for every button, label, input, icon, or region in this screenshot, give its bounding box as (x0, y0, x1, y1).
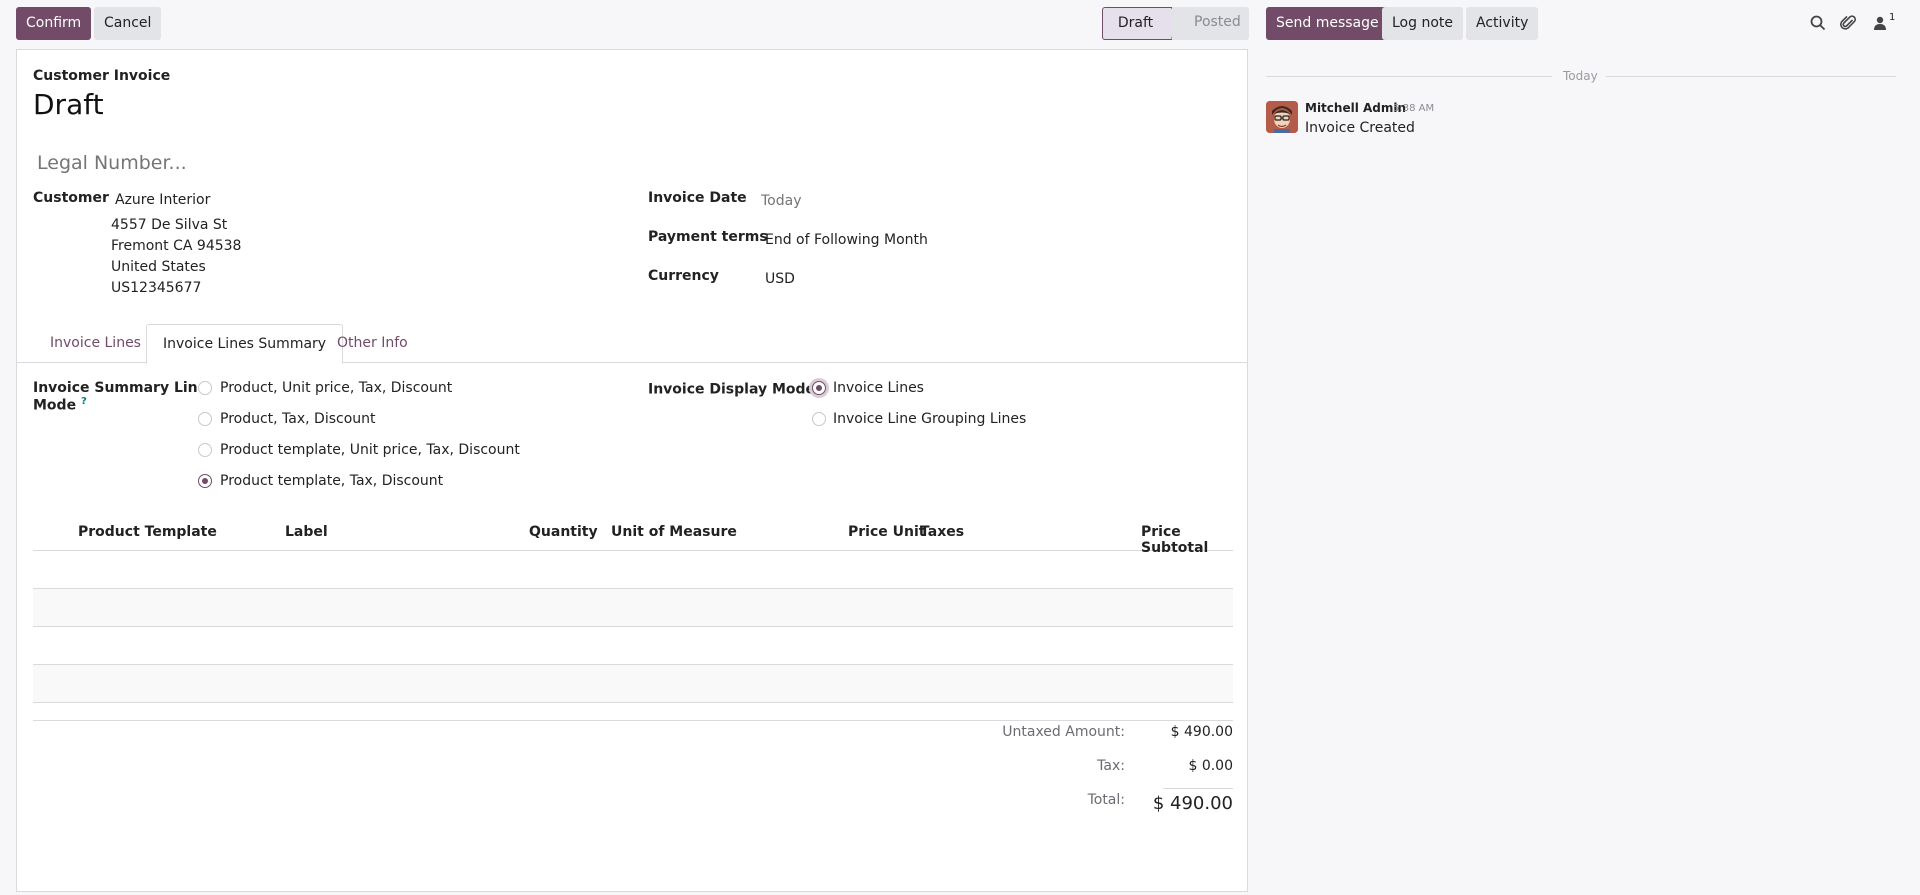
display-mode-option-label: Invoice Line Grouping Lines (833, 411, 1027, 427)
column-header[interactable]: Unit of Measure (611, 524, 737, 540)
line-mode-option-label: Product template, Unit price, Tax, Disco… (220, 442, 520, 458)
display-mode-label: Invoice Display Mode ? (648, 380, 826, 398)
column-header[interactable]: Product Template (78, 524, 217, 540)
date-separator-line (1266, 76, 1552, 77)
status-draft[interactable]: Draft (1102, 7, 1183, 40)
follower-count: 1 (1889, 12, 1896, 23)
display-mode-radio-0[interactable] (812, 381, 826, 395)
line-mode-radio-1[interactable] (198, 412, 212, 426)
customer-address-line-3: United States (111, 259, 206, 275)
date-separator-line (1606, 76, 1896, 77)
line-mode-radio-0[interactable] (198, 381, 212, 395)
total-value: $ 490.00 (1152, 793, 1233, 814)
display-mode-label-text: Invoice Display Mode (648, 381, 816, 398)
customer-address-line-1: 4557 De Silva St (111, 217, 228, 233)
cancel-button[interactable]: Cancel (94, 7, 162, 40)
customer-vat: US12345677 (111, 280, 202, 296)
payment-terms-field[interactable]: End of Following Month (765, 232, 928, 248)
avatar[interactable] (1266, 101, 1298, 133)
payment-terms-label: Payment terms (648, 229, 768, 245)
tab-other-info[interactable]: Other Info (321, 324, 424, 363)
date-separator: Today (1563, 69, 1598, 83)
customer-address-line-2: Fremont CA 94538 (111, 238, 242, 254)
line-mode-radio-2[interactable] (198, 443, 212, 457)
tab-invoice-lines-summary[interactable]: Invoice Lines Summary (146, 324, 344, 364)
summary-line-mode-label: Invoice Summary Line Mode ? (33, 380, 207, 414)
column-header[interactable]: Taxes (920, 524, 964, 540)
customer-name[interactable]: Azure Interior (115, 192, 210, 208)
page-title: Draft (33, 88, 104, 121)
untaxed-amount-label: Untaxed Amount: (1002, 724, 1125, 740)
table-footer-divider (33, 720, 1233, 721)
invoice-date-input[interactable] (761, 189, 1211, 213)
tax-value: $ 0.00 (1188, 758, 1233, 774)
form-sheet: Customer Invoice Draft Customer Azure In… (16, 49, 1248, 892)
status-bar: Draft Posted (1102, 7, 1249, 40)
line-mode-option-label: Product, Unit price, Tax, Discount (220, 380, 453, 396)
table-row (33, 589, 1233, 627)
line-mode-radio-3[interactable] (198, 474, 212, 488)
tab-invoice-lines[interactable]: Invoice Lines (34, 324, 157, 363)
message-time: 5:38 AM (1393, 103, 1435, 114)
send-message-button[interactable]: Send message (1266, 7, 1389, 40)
line-mode-option-label: Product, Tax, Discount (220, 411, 376, 427)
search-icon[interactable] (1809, 14, 1829, 34)
display-mode-option-label: Invoice Lines (833, 380, 924, 396)
table-row (33, 551, 1233, 589)
invoice-date-label: Invoice Date (648, 190, 747, 206)
confirm-button[interactable]: Confirm (16, 7, 92, 40)
untaxed-amount-value: $ 490.00 (1170, 724, 1233, 740)
legal-number-input[interactable] (33, 146, 593, 180)
control-panel: Confirm Cancel Draft Posted Send message… (0, 0, 1920, 48)
column-header[interactable]: Price Unit (848, 524, 925, 540)
currency-field[interactable]: USD (765, 271, 795, 287)
message-author[interactable]: Mitchell Admin (1305, 101, 1406, 115)
message-body: Invoice Created (1305, 120, 1415, 136)
status-draft-label: Draft (1117, 15, 1154, 31)
paperclip-icon[interactable] (1840, 14, 1860, 34)
display-mode-radio-1[interactable] (812, 412, 826, 426)
currency-label: Currency (648, 268, 719, 284)
total-divider (1163, 788, 1233, 789)
log-note-button[interactable]: Log note (1382, 7, 1463, 40)
table-row (33, 665, 1233, 703)
tax-label: Tax: (1097, 758, 1125, 774)
line-mode-option-label: Product template, Tax, Discount (220, 473, 444, 489)
column-header[interactable]: Quantity (529, 524, 598, 540)
activity-button[interactable]: Activity (1466, 7, 1539, 40)
summary-line-mode-label-line-2: Mode (33, 397, 77, 414)
summary-line-mode-label-line-1: Invoice Summary Line (33, 380, 208, 396)
summary-table-header: Product Template Label Quantity Unit of … (33, 513, 1233, 556)
total-label: Total: (1087, 792, 1125, 808)
notebook-tabs: Invoice Lines Invoice Lines Summary Othe… (17, 324, 1247, 364)
status-posted[interactable]: Posted (1172, 7, 1249, 40)
status-posted-label: Posted (1194, 14, 1241, 30)
customer-label: Customer (33, 190, 109, 206)
help-icon[interactable]: ? (81, 396, 87, 407)
column-header[interactable]: Label (285, 524, 328, 540)
form-subtitle: Customer Invoice (33, 68, 171, 84)
table-row (33, 627, 1233, 665)
